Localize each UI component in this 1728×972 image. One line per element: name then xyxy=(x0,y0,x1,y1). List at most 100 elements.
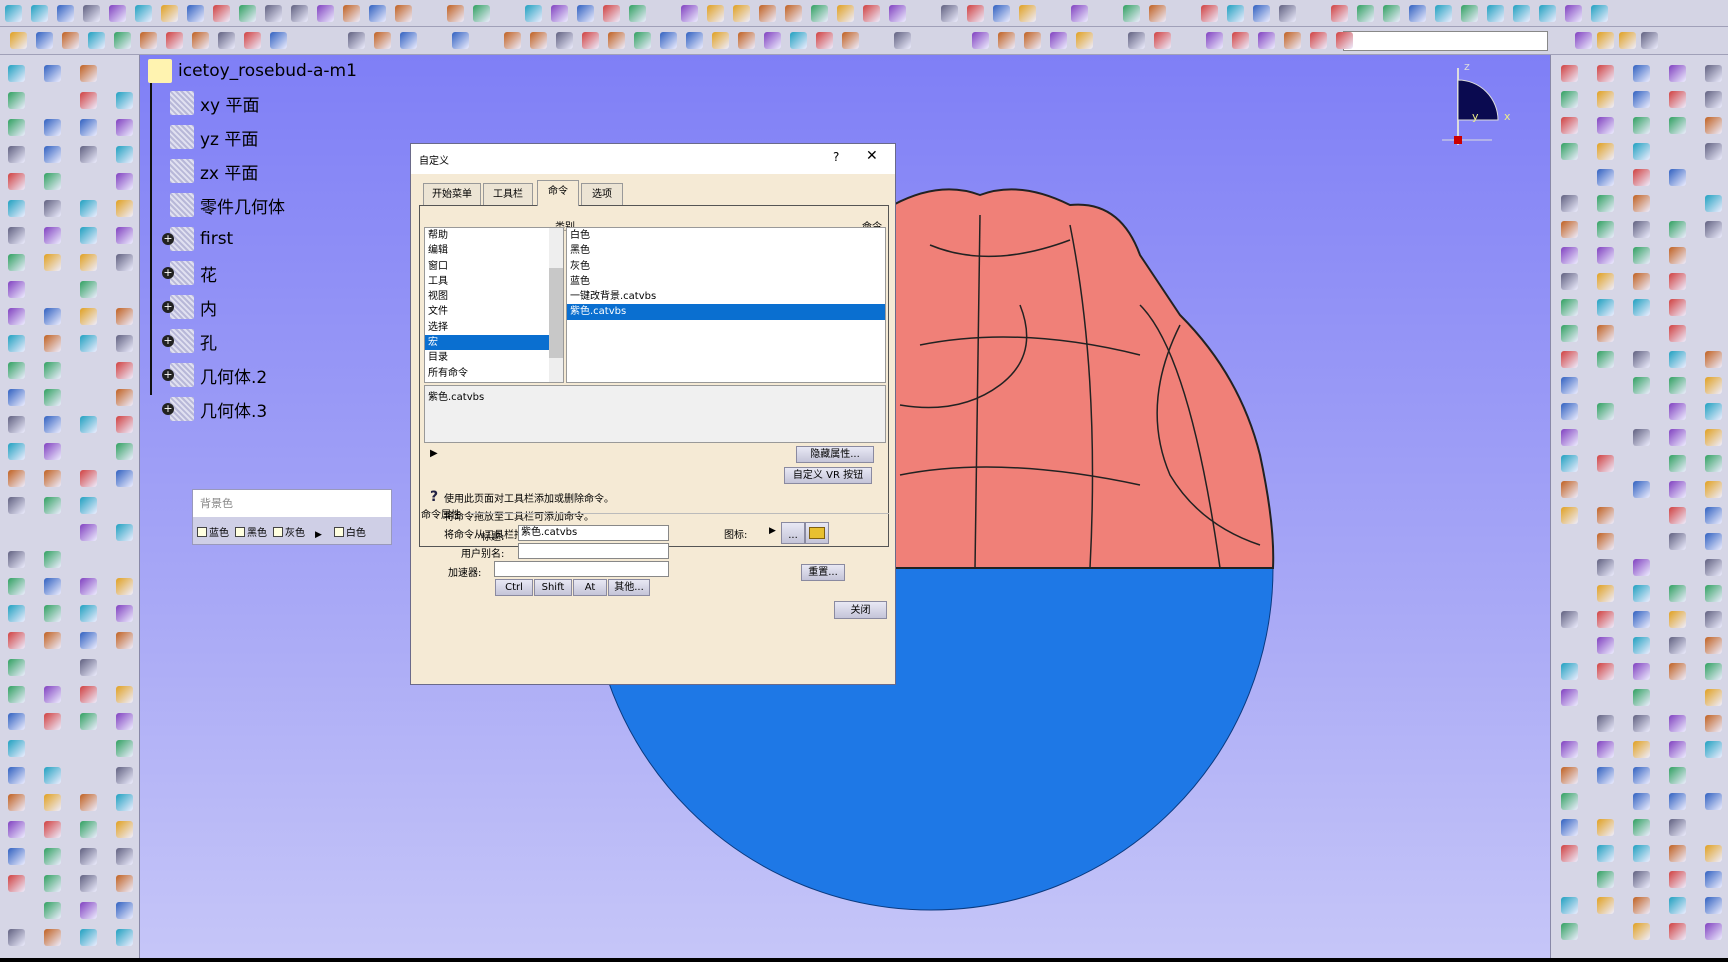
tool-icon[interactable] xyxy=(1561,455,1578,472)
modifier-button[interactable]: Shift xyxy=(534,579,572,596)
tool-icon[interactable] xyxy=(1705,637,1722,654)
tool-icon[interactable] xyxy=(1669,455,1686,472)
tool-icon[interactable] xyxy=(116,146,133,163)
toolbar-icon[interactable] xyxy=(790,32,807,49)
hide-properties-button[interactable]: 隐藏属性... xyxy=(796,446,874,463)
tool-icon[interactable] xyxy=(1633,299,1650,316)
tool-icon[interactable] xyxy=(44,767,61,784)
tool-icon[interactable] xyxy=(1561,143,1578,160)
tool-icon[interactable] xyxy=(1597,117,1614,134)
tool-icon[interactable] xyxy=(1705,455,1722,472)
toolbar-icon[interactable] xyxy=(603,5,620,22)
tool-icon[interactable] xyxy=(1633,273,1650,290)
category-item[interactable]: 编辑 xyxy=(425,243,549,258)
toolbar-icon[interactable] xyxy=(135,5,152,22)
expand-icon[interactable]: + xyxy=(162,267,174,279)
tool-icon[interactable] xyxy=(44,632,61,649)
toolbar-icon[interactable] xyxy=(447,5,464,22)
tool-icon[interactable] xyxy=(1561,689,1578,706)
tool-icon[interactable] xyxy=(1633,117,1650,134)
tool-icon[interactable] xyxy=(1597,143,1614,160)
tool-icon[interactable] xyxy=(80,65,97,82)
tree-item[interactable]: + 几何体.2 xyxy=(162,363,267,388)
tool-icon[interactable] xyxy=(1669,923,1686,940)
expand-icon[interactable]: + xyxy=(162,335,174,347)
toolbar-icon[interactable] xyxy=(816,32,833,49)
tab[interactable]: 工具栏 xyxy=(483,183,533,205)
toolbar-icon[interactable] xyxy=(239,5,256,22)
category-item[interactable]: 宏 xyxy=(425,335,549,351)
toolbar-icon[interactable] xyxy=(1050,32,1067,49)
toolbar-icon[interactable] xyxy=(265,5,282,22)
tool-icon[interactable] xyxy=(80,632,97,649)
toolbar-icon[interactable] xyxy=(1409,5,1426,22)
toolbar-icon[interactable] xyxy=(1071,5,1088,22)
toolbar-icon[interactable] xyxy=(811,5,828,22)
tool-icon[interactable] xyxy=(1597,637,1614,654)
tool-icon[interactable] xyxy=(1633,195,1650,212)
tool-icon[interactable] xyxy=(116,929,133,946)
tool-icon[interactable] xyxy=(44,578,61,595)
toolbar-icon[interactable] xyxy=(764,32,781,49)
toolbar-icon[interactable] xyxy=(837,5,854,22)
tool-icon[interactable] xyxy=(8,308,25,325)
tool-icon[interactable] xyxy=(1633,715,1650,732)
tool-icon[interactable] xyxy=(8,497,25,514)
tool-icon[interactable] xyxy=(116,713,133,730)
tool-icon[interactable] xyxy=(1597,611,1614,628)
tool-icon[interactable] xyxy=(80,713,97,730)
tool-icon[interactable] xyxy=(1669,91,1686,108)
toolbar-icon[interactable] xyxy=(1154,32,1171,49)
toolbar-icon[interactable] xyxy=(525,5,542,22)
expand-icon[interactable]: + xyxy=(162,403,174,415)
tool-icon[interactable] xyxy=(8,146,25,163)
toolbar-icon[interactable] xyxy=(660,32,677,49)
tool-icon[interactable] xyxy=(1705,195,1722,212)
toolbar-icon[interactable] xyxy=(582,32,599,49)
tool-icon[interactable] xyxy=(1561,845,1578,862)
tool-icon[interactable] xyxy=(1669,351,1686,368)
tool-icon[interactable] xyxy=(8,443,25,460)
tool-icon[interactable] xyxy=(1633,923,1650,940)
tool-icon[interactable] xyxy=(116,119,133,136)
tool-icon[interactable] xyxy=(1669,325,1686,342)
tree-item[interactable]: xy 平面 xyxy=(170,91,260,116)
toolbar-icon[interactable] xyxy=(556,32,573,49)
tool-icon[interactable] xyxy=(80,929,97,946)
toolbar-icon[interactable] xyxy=(842,32,859,49)
tool-icon[interactable] xyxy=(116,173,133,190)
tool-icon[interactable] xyxy=(8,632,25,649)
tool-icon[interactable] xyxy=(1705,611,1722,628)
expand-icon[interactable]: + xyxy=(162,369,174,381)
tool-icon[interactable] xyxy=(8,254,25,271)
tool-icon[interactable] xyxy=(80,686,97,703)
tool-icon[interactable] xyxy=(116,848,133,865)
toolbar-icon[interactable] xyxy=(863,5,880,22)
tool-icon[interactable] xyxy=(1705,585,1722,602)
tool-icon[interactable] xyxy=(1669,585,1686,602)
tool-icon[interactable] xyxy=(1633,897,1650,914)
toolbar-icon[interactable] xyxy=(31,5,48,22)
toolbar-icon[interactable] xyxy=(1539,5,1556,22)
toolbar-icon[interactable] xyxy=(1641,32,1658,49)
tool-icon[interactable] xyxy=(1669,793,1686,810)
tool-icon[interactable] xyxy=(8,389,25,406)
tool-icon[interactable] xyxy=(1633,767,1650,784)
tool-icon[interactable] xyxy=(1669,715,1686,732)
toolbar-icon[interactable] xyxy=(1201,5,1218,22)
tool-icon[interactable] xyxy=(116,92,133,109)
tool-icon[interactable] xyxy=(116,335,133,352)
toolbar-icon[interactable] xyxy=(1357,5,1374,22)
tool-icon[interactable] xyxy=(1669,663,1686,680)
tool-icon[interactable] xyxy=(8,200,25,217)
category-item[interactable]: 文件 xyxy=(425,304,549,319)
toolbar-icon[interactable] xyxy=(1331,5,1348,22)
toolbar-icon[interactable] xyxy=(187,5,204,22)
toolbar-icon[interactable] xyxy=(1024,32,1041,49)
toolbar-icon[interactable] xyxy=(218,32,235,49)
tool-icon[interactable] xyxy=(1705,377,1722,394)
tool-icon[interactable] xyxy=(1633,689,1650,706)
tool-icon[interactable] xyxy=(1561,65,1578,82)
tool-icon[interactable] xyxy=(44,794,61,811)
tree-item[interactable]: + 花 xyxy=(162,261,217,286)
